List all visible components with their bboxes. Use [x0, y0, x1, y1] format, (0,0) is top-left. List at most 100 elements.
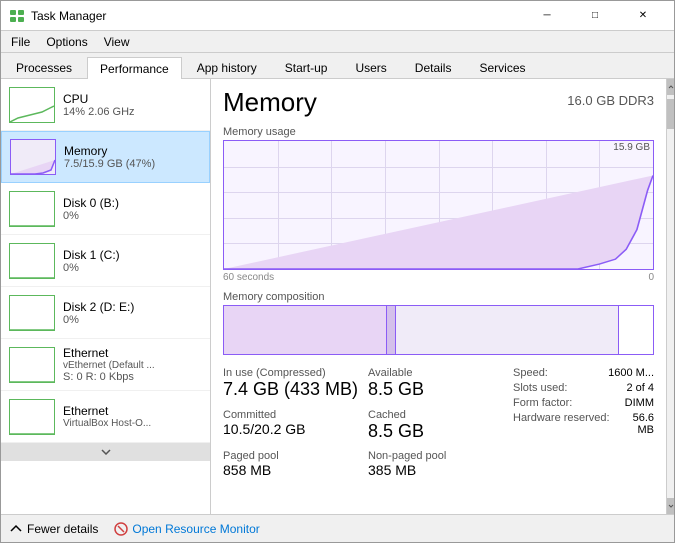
ethernet1-item-text: Ethernet vEthernet (Default ... S: 0 R: … [63, 346, 202, 383]
chevron-up-icon [9, 522, 23, 536]
scroll-thumb[interactable] [667, 99, 675, 129]
sidebar-scroll-down[interactable] [1, 443, 210, 461]
close-button[interactable]: ✕ [620, 1, 666, 31]
disk0-item-value: 0% [63, 210, 202, 222]
app-icon [9, 8, 25, 24]
comp-in-use [224, 306, 387, 354]
sidebar-item-memory[interactable]: Memory 7.5/15.9 GB (47%) [1, 131, 210, 183]
title-bar: Task Manager ─ □ ✕ [1, 1, 674, 31]
disk1-graph [9, 243, 55, 279]
sidebar-item-cpu[interactable]: CPU 14% 2.06 GHz [1, 79, 210, 131]
memory-item-name: Memory [64, 144, 201, 158]
fewer-details-label: Fewer details [27, 522, 98, 536]
ethernet2-item-text: Ethernet VirtualBox Host-O... [63, 404, 202, 429]
main-title: Memory [223, 87, 317, 118]
main-panel: Memory 16.0 GB DDR3 Memory usage 15.9 GB [211, 79, 666, 514]
scroll-track [667, 95, 675, 498]
disk1-item-value: 0% [63, 262, 202, 274]
main-subtitle: 16.0 GB DDR3 [567, 93, 654, 108]
main-header: Memory 16.0 GB DDR3 [223, 87, 654, 118]
menu-view[interactable]: View [96, 33, 138, 51]
bottom-bar: Fewer details Open Resource Monitor [1, 514, 674, 542]
disk2-item-value: 0% [63, 314, 202, 326]
ethernet1-item-name: Ethernet [63, 346, 202, 360]
cached-label: Cached [368, 409, 509, 421]
form-value: DIMM [625, 397, 654, 409]
sidebar-item-disk0[interactable]: Disk 0 (B:) 0% [1, 183, 210, 235]
disk2-item-name: Disk 2 (D: E:) [63, 300, 202, 314]
hardware-row: Hardware reserved: 56.6 MB [513, 412, 654, 436]
cpu-graph [9, 87, 55, 123]
usage-chart [223, 140, 654, 270]
tab-users[interactable]: Users [342, 56, 399, 78]
hardware-label: Hardware reserved: [513, 412, 610, 436]
open-monitor-button[interactable]: Open Resource Monitor [114, 522, 259, 536]
minimize-button[interactable]: ─ [524, 1, 570, 31]
window-controls: ─ □ ✕ [524, 1, 666, 31]
stat-available: Available 8.5 GB [368, 367, 509, 401]
stat-in-use: In use (Compressed) 7.4 GB (433 MB) [223, 367, 364, 401]
window-title: Task Manager [31, 9, 106, 23]
committed-label: Committed [223, 409, 364, 421]
menu-file[interactable]: File [3, 33, 38, 51]
scroll-down-btn[interactable] [667, 498, 675, 514]
available-value: 8.5 GB [368, 379, 509, 401]
cached-value: 8.5 GB [368, 421, 509, 443]
open-monitor-label: Open Resource Monitor [132, 522, 259, 536]
tab-services[interactable]: Services [466, 56, 538, 78]
speed-value: 1600 M... [608, 367, 654, 379]
comp-free [619, 306, 653, 354]
usage-chart-container: 15.9 GB [223, 140, 654, 270]
disk0-item-name: Disk 0 (B:) [63, 196, 202, 210]
memory-item-text: Memory 7.5/15.9 GB (47%) [64, 144, 201, 170]
available-label: Available [368, 367, 509, 379]
committed-value: 10.5/20.2 GB [223, 421, 364, 438]
stats-grid: In use (Compressed) 7.4 GB (433 MB) Avai… [223, 367, 654, 479]
in-use-label: In use (Compressed) [223, 367, 364, 379]
stat-non-paged: Non-paged pool 385 MB [368, 450, 509, 479]
ethernet2-graph [9, 399, 55, 435]
cpu-item-name: CPU [63, 92, 202, 106]
tab-performance[interactable]: Performance [87, 57, 182, 79]
monitor-icon [114, 522, 128, 536]
ethernet1-item-value: S: 0 R: 0 Kbps [63, 371, 202, 383]
slots-row: Slots used: 2 of 4 [513, 382, 654, 394]
cpu-item-text: CPU 14% 2.06 GHz [63, 92, 202, 118]
disk0-graph [9, 191, 55, 227]
tabs-bar: Processes Performance App history Start-… [1, 53, 674, 79]
speed-row: Speed: 1600 M... [513, 367, 654, 379]
usage-max-label: 15.9 GB [613, 142, 650, 153]
title-bar-left: Task Manager [9, 8, 106, 24]
menu-bar: File Options View [1, 31, 674, 53]
sidebar: CPU 14% 2.06 GHz Memory 7.5/15.9 GB (47%… [1, 79, 211, 514]
stat-committed: Committed 10.5/20.2 GB [223, 409, 364, 443]
maximize-button[interactable]: □ [572, 1, 618, 31]
content-area: CPU 14% 2.06 GHz Memory 7.5/15.9 GB (47%… [1, 79, 674, 514]
task-manager-window: Task Manager ─ □ ✕ File Options View Pro… [0, 0, 675, 543]
chart-time-end: 0 [648, 272, 654, 283]
tab-processes[interactable]: Processes [3, 56, 85, 78]
sidebar-item-ethernet2[interactable]: Ethernet VirtualBox Host-O... [1, 391, 210, 443]
sidebar-item-disk2[interactable]: Disk 2 (D: E:) 0% [1, 287, 210, 339]
sidebar-item-disk1[interactable]: Disk 1 (C:) 0% [1, 235, 210, 287]
menu-options[interactable]: Options [38, 33, 95, 51]
chart-time-start: 60 seconds [223, 272, 274, 283]
tab-details[interactable]: Details [402, 56, 465, 78]
non-paged-label: Non-paged pool [368, 450, 509, 462]
cpu-item-value: 14% 2.06 GHz [63, 106, 202, 118]
sidebar-item-ethernet1[interactable]: Ethernet vEthernet (Default ... S: 0 R: … [1, 339, 210, 391]
composition-chart [223, 305, 654, 355]
scroll-up-btn[interactable] [667, 79, 675, 95]
fewer-details-button[interactable]: Fewer details [9, 522, 98, 536]
tab-app-history[interactable]: App history [184, 56, 270, 78]
usage-chart-label: Memory usage [223, 126, 654, 138]
paged-value: 858 MB [223, 462, 364, 479]
composition-label: Memory composition [223, 291, 654, 303]
ethernet1-graph [9, 347, 55, 383]
tab-startup[interactable]: Start-up [272, 56, 341, 78]
disk0-item-text: Disk 0 (B:) 0% [63, 196, 202, 222]
hardware-value: 56.6 MB [618, 412, 654, 436]
form-label: Form factor: [513, 397, 572, 409]
slots-value: 2 of 4 [626, 382, 654, 394]
main-scrollbar[interactable] [666, 79, 674, 514]
